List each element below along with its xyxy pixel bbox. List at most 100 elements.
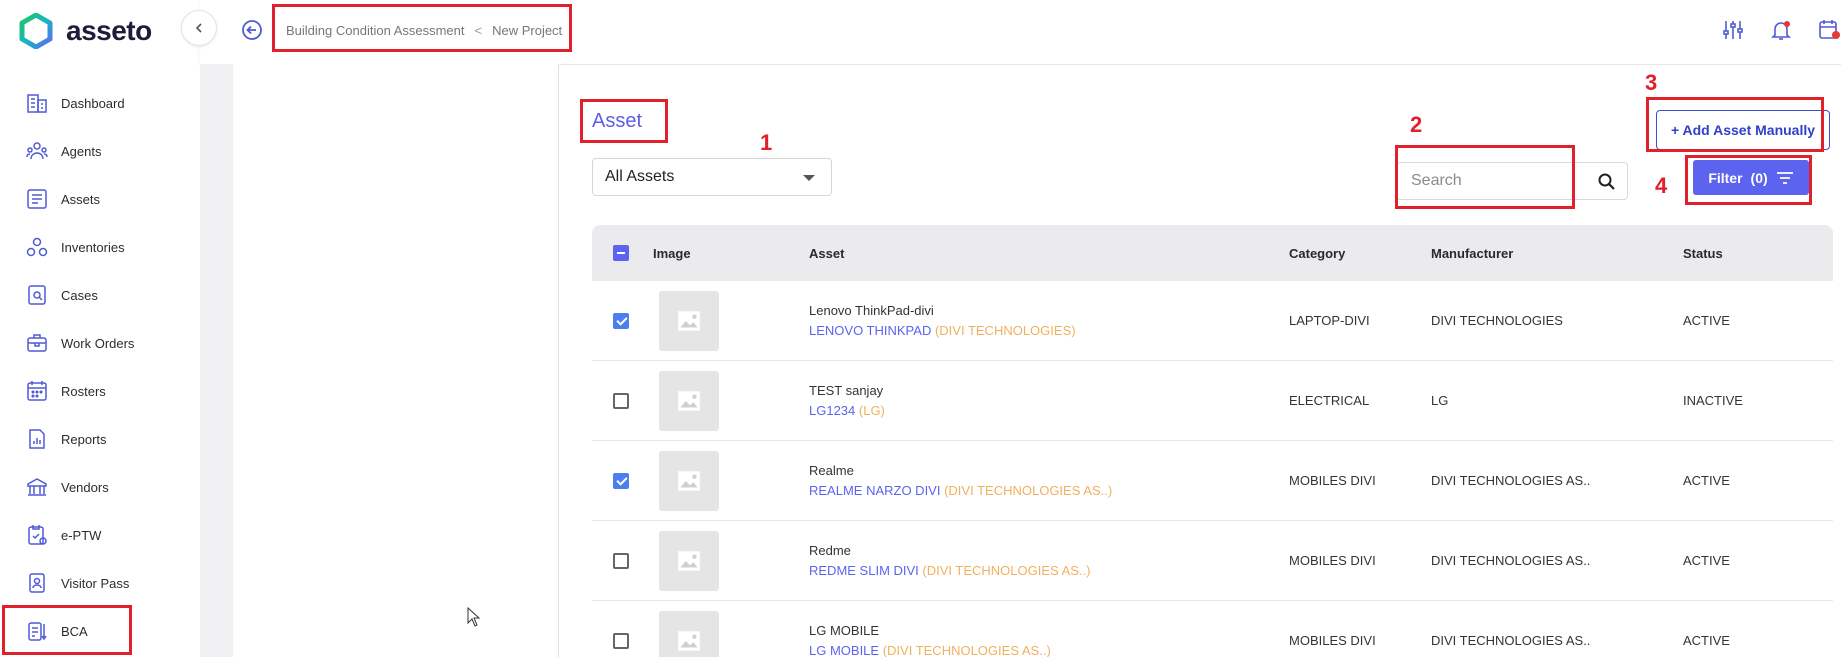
asset-manufacturer: DIVI TECHNOLOGIES AS.. — [1431, 473, 1591, 488]
sidebar-item-assets[interactable]: Assets — [0, 175, 200, 223]
cases-icon — [26, 284, 48, 306]
row-checkbox[interactable] — [613, 392, 629, 409]
rosters-icon — [26, 380, 48, 402]
notification-dot — [1784, 21, 1790, 27]
row-checkbox[interactable] — [613, 472, 629, 489]
table-row[interactable]: LG MOBILE LG MOBILE (DIVI TECHNOLOGIES A… — [592, 601, 1833, 657]
sidebar-item-cases[interactable]: Cases — [0, 271, 200, 319]
sidebar-item-label: Work Orders — [61, 335, 135, 351]
row-checkbox[interactable] — [613, 632, 629, 649]
header-asset: Asset — [809, 245, 845, 261]
image-placeholder-icon — [659, 530, 719, 591]
asset-model-link[interactable]: LG1234 — [809, 403, 855, 418]
asset-filter-select[interactable]: All Assets — [592, 158, 832, 196]
sidebar-item-rosters[interactable]: Rosters — [0, 367, 200, 415]
app-window: asseto Dashboard Agents Assets Inventori… — [0, 0, 1841, 657]
sidebar-item-label: Reports — [61, 431, 107, 447]
asset-model-link[interactable]: LENOVO THINKPAD — [809, 323, 931, 338]
breadcrumb-current: New Project — [492, 22, 563, 38]
image-placeholder-icon — [659, 450, 719, 511]
annotation-number-4: 4 — [1655, 173, 1668, 198]
sidebar-item-label: Rosters — [61, 383, 106, 399]
sidebar-item-visitor-pass[interactable]: Visitor Pass — [0, 559, 200, 607]
asset-table: Image Asset Category Manufacturer Status… — [592, 225, 1833, 657]
notifications-button[interactable] — [1769, 18, 1793, 42]
sliders-icon — [1723, 21, 1743, 39]
add-asset-manually-button[interactable]: + Add Asset Manually — [1656, 110, 1830, 150]
asset-category: MOBILES DIVI — [1289, 633, 1376, 648]
back-arrow-icon — [242, 20, 262, 40]
caret-down-icon — [803, 175, 815, 181]
inventories-icon — [26, 236, 48, 258]
sidebar-item-label: Inventories — [61, 239, 125, 255]
search-icon — [1598, 173, 1615, 190]
sidebar-item-work-orders[interactable]: Work Orders — [0, 319, 200, 367]
image-placeholder-icon — [659, 610, 719, 657]
table-row[interactable]: TEST sanjay LG1234 (LG) ELECTRICAL LG IN… — [592, 361, 1833, 441]
agents-icon — [26, 140, 48, 162]
mouse-cursor-icon — [467, 607, 481, 627]
sidebar-item-label: e-PTW — [61, 527, 102, 543]
page-title: Asset — [592, 110, 643, 132]
sidebar-item-label: Cases — [61, 287, 98, 303]
asset-category: ELECTRICAL — [1289, 393, 1370, 408]
logo[interactable]: asseto — [18, 12, 152, 50]
assets-icon — [26, 188, 48, 210]
table-row[interactable]: Realme REALME NARZO DIVI (DIVI TECHNOLOG… — [592, 441, 1833, 521]
sidebar-item-label: Dashboard — [61, 95, 125, 111]
dashboard-icon — [26, 92, 48, 114]
table-header: Image Asset Category Manufacturer Status — [592, 225, 1833, 281]
select-all-checkbox[interactable] — [613, 245, 629, 261]
asset-model-link[interactable]: LG MOBILE — [809, 643, 879, 657]
asset-manufacturer-tag: (DIVI TECHNOLOGIES AS..) — [922, 563, 1091, 578]
top-bar: Building Condition Assessment < New Proj… — [200, 0, 1841, 64]
asset-manufacturer-tag: (LG) — [858, 403, 885, 418]
table-row[interactable]: Redme REDME SLIM DIVI (DIVI TECHNOLOGIES… — [592, 521, 1833, 601]
sidebar-item-agents[interactable]: Agents — [0, 127, 200, 175]
sidebar-item-vendors[interactable]: Vendors — [0, 463, 200, 511]
sidebar-item-reports[interactable]: Reports — [0, 415, 200, 463]
asseto-logo-icon — [19, 13, 53, 49]
sidebar-item-label: Agents — [61, 143, 102, 159]
sidebar-item-inventories[interactable]: Inventories — [0, 223, 200, 271]
sidebar-collapse-button[interactable] — [181, 10, 217, 46]
asset-filter-value: All Assets — [605, 168, 675, 185]
asset-category: MOBILES DIVI — [1289, 473, 1376, 488]
row-checkbox[interactable] — [613, 552, 629, 569]
app-name: asseto — [66, 15, 152, 46]
asset-name: Lenovo ThinkPad-divi — [809, 303, 934, 318]
annotation-number-1: 1 — [760, 130, 773, 155]
filter-button[interactable]: Filter (0) — [1693, 160, 1809, 195]
back-button[interactable] — [241, 19, 263, 41]
row-checkbox[interactable] — [613, 312, 629, 329]
asset-category: LAPTOP-DIVI — [1289, 313, 1370, 328]
sidebar-item-bca[interactable]: BCA — [0, 607, 200, 655]
asset-manufacturer-tag: (DIVI TECHNOLOGIES AS..) — [944, 483, 1113, 498]
asset-status: INACTIVE — [1683, 393, 1743, 408]
visitor-pass-icon — [26, 572, 48, 594]
asset-status: ACTIVE — [1683, 633, 1730, 648]
sidebar-item-label: Visitor Pass — [61, 575, 130, 591]
asset-name: TEST sanjay — [809, 383, 884, 398]
header-manufacturer: Manufacturer — [1431, 245, 1514, 261]
search-button[interactable] — [1597, 172, 1617, 192]
breadcrumb-separator: < — [474, 22, 483, 38]
settings-sliders-button[interactable] — [1721, 18, 1745, 42]
sidebar-item-dashboard[interactable]: Dashboard — [0, 79, 200, 127]
annotation-number-2: 2 — [1410, 112, 1423, 137]
breadcrumb-parent[interactable]: Building Condition Assessment — [286, 23, 465, 38]
asset-model-link[interactable]: REDME SLIM DIVI — [809, 563, 919, 578]
search-input[interactable] — [1397, 163, 1577, 199]
sidebar-item-eptw[interactable]: e-PTW — [0, 511, 200, 559]
asset-model-link[interactable]: REALME NARZO DIVI — [809, 483, 940, 498]
header-status: Status — [1683, 245, 1723, 261]
calendar-button[interactable] — [1817, 18, 1841, 42]
asset-status: ACTIVE — [1683, 473, 1730, 488]
calendar-dot — [1832, 31, 1840, 39]
asset-name: LG MOBILE — [809, 623, 880, 638]
asset-name: Redme — [809, 543, 851, 558]
asset-manufacturer: DIVI TECHNOLOGIES AS.. — [1431, 633, 1591, 648]
vendors-icon — [26, 476, 48, 498]
sidebar-item-label: Assets — [61, 191, 101, 207]
table-row[interactable]: Lenovo ThinkPad-divi LENOVO THINKPAD (DI… — [592, 281, 1833, 361]
